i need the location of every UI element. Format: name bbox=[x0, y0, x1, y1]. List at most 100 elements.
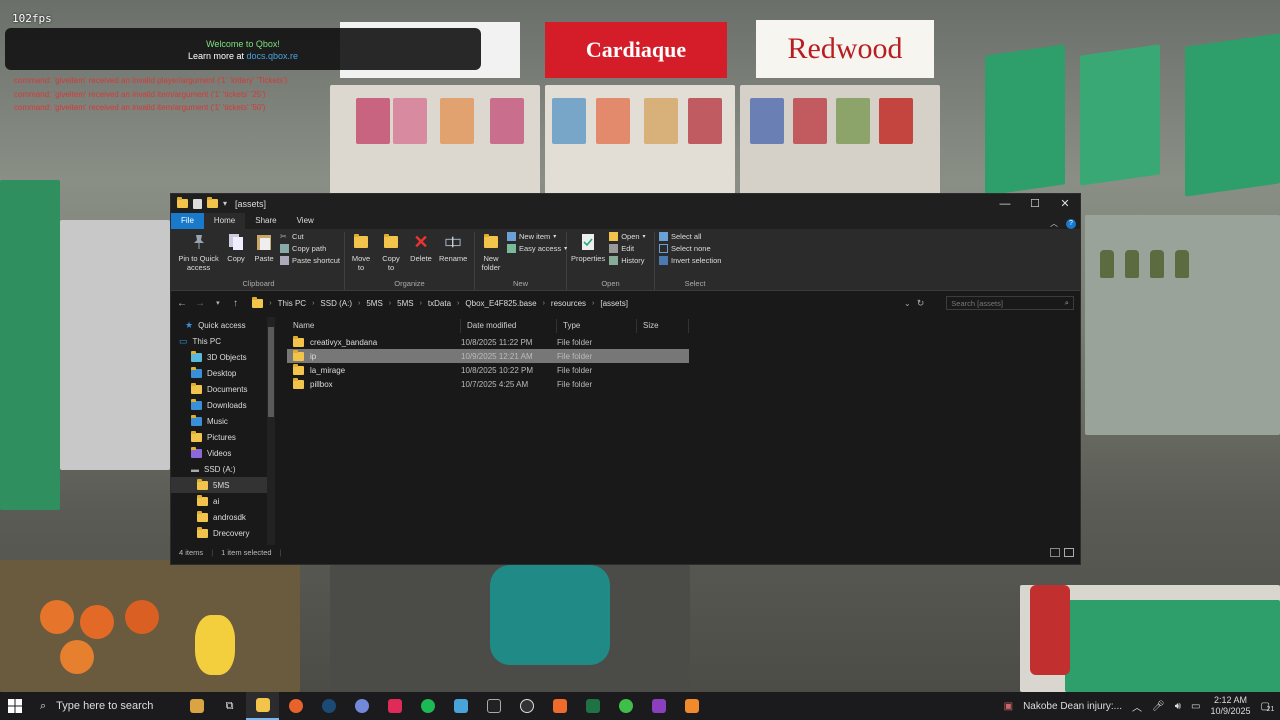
spotify-icon[interactable] bbox=[411, 692, 444, 720]
easy-access-button[interactable]: Easy access ▾ bbox=[507, 244, 567, 253]
notifications-icon[interactable]: ▢ 21 bbox=[1261, 701, 1275, 713]
nav-item[interactable]: 3D Objects bbox=[171, 349, 275, 365]
chevron-right-icon[interactable]: › bbox=[543, 300, 545, 307]
maximize-button[interactable]: ☐ bbox=[1020, 194, 1050, 213]
copy-path-button[interactable]: Copy path bbox=[280, 244, 340, 253]
chevron-right-icon[interactable]: › bbox=[592, 300, 594, 307]
new-item-button[interactable]: New item ▾ bbox=[507, 232, 567, 241]
pin-quick-access-button[interactable]: Pin to Quick access bbox=[177, 232, 220, 279]
app-purple-icon[interactable] bbox=[642, 692, 675, 720]
nav-item[interactable]: Drecovery bbox=[171, 525, 275, 541]
nav-item[interactable]: Downloads bbox=[171, 397, 275, 413]
app-fivem-icon[interactable] bbox=[675, 692, 708, 720]
excel-icon[interactable] bbox=[576, 692, 609, 720]
table-row[interactable]: ip 10/9/2025 12:21 AM File folder bbox=[287, 349, 689, 363]
title-bar[interactable]: ▾ [assets] — ☐ ✕ bbox=[171, 194, 1080, 213]
new-folder-quick-icon[interactable] bbox=[207, 197, 218, 208]
address-dropdown-icon[interactable]: ⌄ bbox=[904, 299, 911, 308]
firefox-icon[interactable] bbox=[279, 692, 312, 720]
app-green-icon[interactable] bbox=[609, 692, 642, 720]
close-button[interactable]: ✕ bbox=[1050, 194, 1080, 213]
nav-item[interactable]: ★ Quick access bbox=[171, 317, 275, 333]
steam-icon[interactable] bbox=[312, 692, 345, 720]
properties-button[interactable]: Properties bbox=[571, 232, 605, 279]
column-date-modified[interactable]: Date modified bbox=[461, 319, 557, 333]
tab-file[interactable]: File bbox=[171, 213, 204, 229]
properties-quick-icon[interactable] bbox=[193, 198, 202, 209]
nav-item[interactable]: 5MS bbox=[171, 477, 275, 493]
clock[interactable]: 2:12 AM 10/9/2025 bbox=[1211, 695, 1251, 717]
rename-button[interactable]: Rename bbox=[439, 232, 467, 279]
recent-locations-icon[interactable]: ▾ bbox=[213, 299, 223, 307]
breadcrumb-item[interactable]: 5MS bbox=[397, 299, 413, 308]
tab-view[interactable]: View bbox=[287, 213, 324, 229]
file-explorer-window[interactable]: ▾ [assets] — ☐ ✕ File Home Share View ︿ … bbox=[170, 193, 1081, 565]
forward-arrow-icon[interactable]: → bbox=[195, 298, 205, 309]
open-button[interactable]: Open ▾ bbox=[609, 232, 646, 241]
network-icon[interactable]: ▭ bbox=[1191, 701, 1200, 712]
chevron-right-icon[interactable]: › bbox=[312, 300, 314, 307]
nav-item[interactable]: Music bbox=[171, 413, 275, 429]
table-row[interactable]: creativyx_bandana 10/8/2025 11:22 PM File … bbox=[287, 335, 689, 349]
paste-shortcut-button[interactable]: Paste shortcut bbox=[280, 256, 340, 265]
nav-scrollbar[interactable] bbox=[267, 317, 275, 545]
move-to-button[interactable]: Move to bbox=[349, 232, 373, 279]
breadcrumb-item[interactable]: txData bbox=[428, 299, 451, 308]
new-folder-button[interactable]: New folder bbox=[479, 232, 503, 279]
nav-item[interactable]: Videos bbox=[171, 445, 275, 461]
collapse-ribbon-icon[interactable]: ︿ bbox=[1050, 218, 1058, 229]
app-a-icon[interactable] bbox=[378, 692, 411, 720]
nav-item[interactable]: Documents bbox=[171, 381, 275, 397]
table-row[interactable]: pillbox 10/7/2025 4:25 AM File folder bbox=[287, 377, 689, 391]
chevron-right-icon[interactable]: › bbox=[457, 300, 459, 307]
breadcrumb-item[interactable]: 5MS bbox=[366, 299, 382, 308]
tab-home[interactable]: Home bbox=[203, 213, 246, 229]
up-arrow-icon[interactable]: ↑ bbox=[231, 298, 241, 309]
nav-item[interactable]: ▬ SSD (A:) bbox=[171, 461, 275, 477]
search-input[interactable]: Search [assets] ⌕ bbox=[946, 296, 1074, 310]
taskbar-search-input[interactable]: ⌕ Type here to search bbox=[30, 692, 180, 720]
edit-button[interactable]: Edit bbox=[609, 244, 645, 253]
breadcrumb[interactable]: › This PC › SSD (A:) › 5MS › 5MS › txDat… bbox=[248, 295, 928, 311]
column-size[interactable]: Size bbox=[637, 319, 689, 333]
table-row[interactable]: la_mirage 10/8/2025 10:22 PM File folder bbox=[287, 363, 689, 377]
breadcrumb-item[interactable]: This PC bbox=[278, 299, 306, 308]
breadcrumb-item[interactable]: Qbox_E4F825.base bbox=[465, 299, 536, 308]
minimize-button[interactable]: — bbox=[990, 194, 1020, 213]
task-view-icon[interactable]: ⧉ bbox=[213, 692, 246, 720]
chevron-up-icon[interactable]: ︿ bbox=[1132, 699, 1142, 714]
nav-item[interactable]: androsdk bbox=[171, 509, 275, 525]
details-view-icon[interactable] bbox=[1050, 547, 1060, 557]
chevron-right-icon[interactable]: › bbox=[420, 300, 422, 307]
back-arrow-icon[interactable]: ← bbox=[177, 298, 187, 309]
app-orange-icon[interactable] bbox=[543, 692, 576, 720]
cut-button[interactable]: ✂ Cut bbox=[280, 232, 340, 241]
nav-item[interactable]: Pictures bbox=[171, 429, 275, 445]
copy-button[interactable]: Copy bbox=[224, 232, 248, 279]
help-icon[interactable]: ? bbox=[1066, 218, 1076, 229]
obs-icon[interactable] bbox=[510, 692, 543, 720]
app-window-icon[interactable] bbox=[444, 692, 477, 720]
tab-share[interactable]: Share bbox=[245, 213, 286, 229]
nav-scrollbar-thumb[interactable] bbox=[268, 327, 274, 417]
breadcrumb-item[interactable]: [assets] bbox=[600, 299, 628, 308]
nav-item[interactable]: Desktop bbox=[171, 365, 275, 381]
large-icons-view-icon[interactable] bbox=[1064, 547, 1074, 557]
start-button[interactable] bbox=[0, 692, 30, 720]
delete-button[interactable]: ✕ Delete bbox=[409, 232, 433, 279]
nav-item[interactable]: ai bbox=[171, 493, 275, 509]
invert-selection-button[interactable]: Invert selection bbox=[659, 256, 721, 265]
column-name[interactable]: Name bbox=[287, 319, 461, 333]
file-list[interactable]: Name Date modified Type Size creativyx_b… bbox=[275, 317, 1080, 545]
nav-item[interactable]: ▭ This PC bbox=[171, 333, 275, 349]
history-button[interactable]: History bbox=[609, 256, 645, 265]
volume-icon[interactable]: 🔊︎ bbox=[1175, 701, 1181, 712]
navigation-pane[interactable]: ★ Quick access ▭ This PC 3D Objects Desktop Do… bbox=[171, 317, 275, 545]
column-type[interactable]: Type bbox=[557, 319, 637, 333]
welcome-link[interactable]: docs.qbox.re bbox=[247, 51, 299, 61]
news-widget[interactable]: Nakobe Dean injury:... bbox=[1023, 701, 1122, 712]
select-all-button[interactable]: Select all bbox=[659, 232, 721, 241]
discord-icon[interactable] bbox=[345, 692, 378, 720]
app-dark-icon[interactable] bbox=[477, 692, 510, 720]
paste-button[interactable]: Paste bbox=[252, 232, 276, 279]
